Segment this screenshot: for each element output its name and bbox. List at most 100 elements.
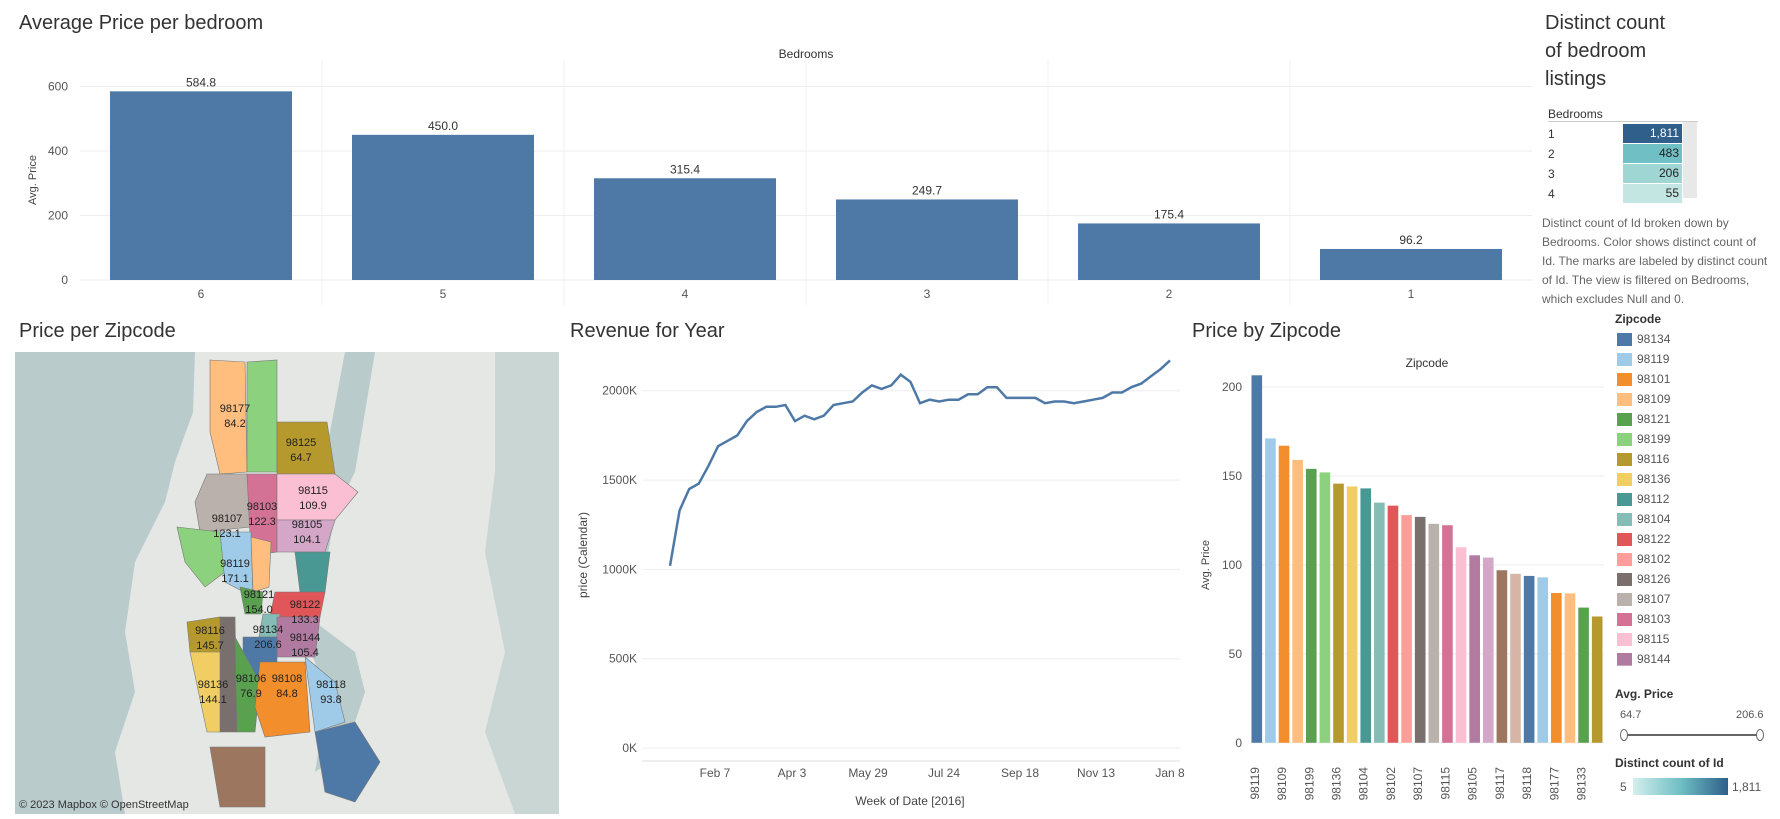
legend-swatch (1617, 352, 1632, 366)
zip-xtick: 98119 (1248, 767, 1262, 800)
zip-bar[interactable] (1551, 592, 1562, 743)
bedroom-xtick: 5 (440, 287, 447, 301)
bedroom-bar[interactable] (836, 199, 1018, 280)
zip-bar[interactable] (1496, 570, 1508, 743)
legend-label: 98102 (1637, 552, 1671, 566)
bedroom-bar[interactable] (1320, 248, 1502, 280)
zip-bars-header: Zipcode (1406, 356, 1449, 370)
bedroom-bar[interactable] (1078, 223, 1260, 280)
bedroom-bar[interactable] (594, 178, 776, 280)
zip-bar[interactable] (1305, 468, 1317, 743)
zip-bar[interactable] (1346, 486, 1358, 743)
zipcode-legend-item[interactable]: 98109 (1617, 390, 1670, 408)
distinct-row-bedrooms: 1 (1548, 127, 1555, 141)
distinct-row[interactable]: 3 206 (1548, 164, 1696, 184)
zipcode-legend-item[interactable]: 98119 (1617, 350, 1669, 368)
zipcode-legend-item[interactable]: 98115 (1617, 630, 1669, 648)
legend-label: 98107 (1637, 592, 1671, 606)
legend-label: 98103 (1637, 612, 1671, 626)
zipcode-legend-item[interactable]: 98122 (1617, 530, 1670, 548)
distinct-legend-title: Distinct count of Id (1615, 756, 1724, 770)
zipcode-legend-item[interactable]: 98116 (1617, 450, 1669, 468)
zip-region-98112[interactable] (294, 551, 331, 593)
avg-price-slider-track[interactable] (1622, 734, 1762, 736)
distinct-row-bedrooms: 3 (1548, 167, 1555, 181)
zipcode-map[interactable]: 98177 84.2 98125 64.7 98115 109.9 98103 122.3 98… (15, 352, 559, 814)
avg-price-slider-min-handle[interactable] (1620, 729, 1628, 741)
zip-bar[interactable] (1455, 547, 1467, 743)
zip-bars-title: Price by Zipcode (1192, 320, 1341, 342)
map-zip-label: 98144 (290, 632, 321, 644)
zipcode-legend-item[interactable]: 98101 (1617, 370, 1670, 388)
legend-swatch (1617, 632, 1632, 646)
zipcode-legend-item[interactable]: 98103 (1617, 610, 1670, 628)
map-zip-label: 98134 (253, 624, 284, 636)
bedroom-chart-title: Average Price per bedroom (19, 12, 264, 34)
map-attribution[interactable]: © 2023 Mapbox © OpenStreetMap (19, 799, 189, 811)
zip-xtick: 98118 (1520, 767, 1534, 800)
zip-region-98109[interactable] (250, 536, 272, 593)
legend-swatch (1617, 612, 1632, 626)
bedroom-bar[interactable] (110, 91, 292, 280)
legend-label: 98116 (1637, 452, 1670, 466)
zip-bar[interactable] (1469, 555, 1480, 743)
zipcode-legend-item[interactable]: 98126 (1617, 570, 1670, 588)
zip-xtick: 98177 (1547, 767, 1561, 801)
zip-bar[interactable] (1374, 502, 1385, 743)
legend-label: 98115 (1637, 632, 1670, 646)
distinct-title-line-2: of bedroom (1545, 40, 1647, 62)
distinct-row[interactable]: 1 1,811 (1548, 124, 1696, 144)
map-price-label: 144.1 (199, 694, 227, 706)
distinct-row[interactable]: 4 55 (1548, 184, 1696, 204)
zip-bar[interactable] (1251, 375, 1263, 743)
zip-bar[interactable] (1591, 616, 1603, 743)
zip-bar[interactable] (1333, 483, 1344, 743)
zip-region-98168[interactable] (209, 746, 266, 808)
distinct-row-count: 483 (1623, 144, 1682, 163)
zipcode-legend-item[interactable]: 98136 (1617, 470, 1670, 488)
bedroom-ytick: 0 (61, 273, 68, 287)
map-zip-label: 98107 (212, 513, 243, 525)
revenue-title: Revenue for Year (570, 320, 725, 342)
zip-xtick: 98133 (1575, 767, 1589, 801)
zip-bar[interactable] (1578, 607, 1589, 743)
zipcode-legend-item[interactable]: 98121 (1617, 410, 1670, 428)
zip-bar[interactable] (1523, 575, 1535, 743)
zip-xtick: 98107 (1411, 767, 1425, 801)
legend-fade (1612, 665, 1712, 681)
legend-label: 98109 (1637, 392, 1671, 406)
zipcode-legend-item[interactable]: 98134 (1617, 330, 1670, 348)
zip-bar[interactable] (1401, 515, 1412, 743)
bedroom-bar[interactable] (352, 134, 534, 280)
zip-bar[interactable] (1428, 523, 1440, 743)
avg-price-slider-max-handle[interactable] (1756, 729, 1764, 741)
zip-bar[interactable] (1292, 459, 1303, 743)
legend-label: 98112 (1637, 492, 1670, 506)
zip-bar[interactable] (1564, 593, 1576, 743)
zipcode-legend-item[interactable]: 98107 (1617, 590, 1670, 608)
zip-bar[interactable] (1278, 445, 1290, 743)
zip-region-98133[interactable] (246, 359, 278, 473)
distinct-note: Distinct count of Id broken down by Bedr… (1542, 216, 1768, 306)
zipcode-legend-item[interactable]: 98112 (1617, 490, 1669, 508)
zip-bar[interactable] (1510, 573, 1521, 743)
distinct-scrollbar[interactable] (1683, 122, 1697, 198)
zip-bar[interactable] (1319, 472, 1331, 743)
zip-bar[interactable] (1414, 516, 1426, 743)
zipcode-legend-item[interactable]: 98199 (1617, 430, 1670, 448)
zip-bar[interactable] (1387, 505, 1399, 743)
zip-xtick: 98136 (1330, 767, 1344, 801)
zipcode-legend-item[interactable]: 98102 (1617, 550, 1670, 568)
map-price-label: 84.2 (224, 418, 245, 430)
zip-bar[interactable] (1482, 557, 1494, 743)
map-zip-label: 98105 (292, 519, 323, 531)
zipcode-legend-item[interactable]: 98104 (1617, 510, 1670, 528)
legend-swatch (1617, 372, 1632, 386)
zip-bar[interactable] (1442, 525, 1453, 743)
revenue-ytick: 500K (609, 652, 637, 666)
distinct-row[interactable]: 2 483 (1548, 144, 1696, 164)
zip-bar[interactable] (1537, 577, 1549, 743)
zip-bar[interactable] (1265, 438, 1276, 743)
zip-bar[interactable] (1360, 488, 1372, 743)
revenue-line-chart: 0K 500K 1000K 1500K 2000K Feb 7 Apr 3 May 29 Jul… (576, 359, 1185, 808)
